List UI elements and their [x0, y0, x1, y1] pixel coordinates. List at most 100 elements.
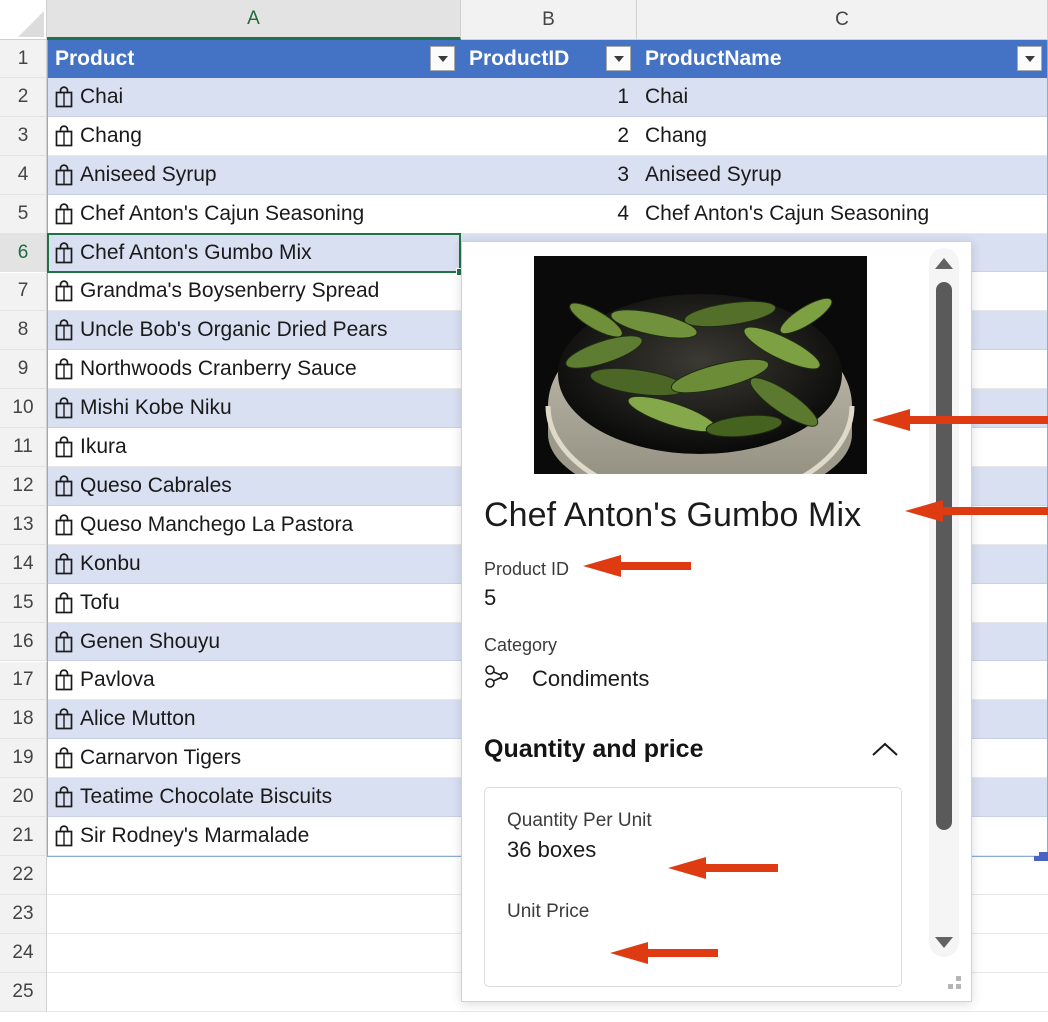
cell-text: Tofu — [80, 590, 120, 614]
cell-text: Alice Mutton — [80, 707, 196, 731]
table-row[interactable]: Teatime Chocolate Biscuits — [47, 778, 461, 818]
table-row[interactable]: 4 — [461, 194, 637, 234]
card-title: Chef Anton's Gumbo Mix — [484, 496, 862, 534]
field-label-unit-price: Unit Price — [507, 901, 590, 922]
table-row[interactable]: Uncle Bob's Organic Dried Pears — [47, 311, 461, 351]
table-header-product-name: ProductName — [637, 40, 1048, 78]
row-header-2[interactable]: 2 — [0, 78, 47, 117]
chevron-up-icon[interactable] — [868, 739, 902, 761]
cell-text: Northwoods Cranberry Sauce — [80, 357, 357, 381]
table-row[interactable]: Northwoods Cranberry Sauce — [47, 350, 461, 390]
row-header-3[interactable]: 3 — [0, 116, 47, 156]
column-header-b[interactable]: B — [461, 0, 637, 40]
select-all-triangle-icon — [18, 11, 44, 37]
table-row[interactable]: 1 — [461, 78, 637, 117]
row-header-1[interactable]: 1 — [0, 40, 47, 78]
table-row[interactable]: Ikura — [47, 428, 461, 467]
cell-text: Aniseed Syrup — [80, 162, 217, 186]
table-row[interactable]: Chang — [637, 116, 1048, 156]
row-header-16[interactable]: 16 — [0, 622, 47, 662]
table-resize-handle[interactable] — [1034, 848, 1048, 861]
table-row[interactable]: Tofu — [47, 583, 461, 623]
quantity-price-panel: Quantity Per Unit 36 boxes Unit Price — [484, 787, 902, 987]
table-row[interactable]: 2 — [461, 116, 637, 156]
row-headers: 1 2 3 4 5 6 7 8 9 10 11 12 13 14 15 16 17 18 19 20 21 22 23 24 2… — [0, 40, 47, 1022]
row-header-22[interactable]: 22 — [0, 856, 47, 895]
table-row[interactable]: Chang — [47, 116, 461, 156]
cell-text: Sir Rodney's Marmalade — [80, 824, 310, 848]
table-row[interactable]: Alice Mutton — [47, 700, 461, 740]
filter-dropdown-product-id[interactable] — [606, 46, 631, 71]
scrollbar-thumb[interactable] — [936, 282, 952, 830]
row-header-5[interactable]: 5 — [0, 194, 47, 234]
table-row[interactable]: 3 — [461, 155, 637, 195]
scroll-down-arrow-icon[interactable] — [929, 927, 959, 957]
row-header-8[interactable]: 8 — [0, 311, 47, 351]
table-row[interactable]: Aniseed Syrup — [637, 155, 1048, 195]
cell-text: Aniseed Syrup — [645, 162, 782, 186]
row-header-20[interactable]: 20 — [0, 778, 47, 818]
table-header-product: Product — [47, 40, 461, 78]
table-row[interactable]: Queso Manchego La Pastora — [47, 505, 461, 545]
row-header-23[interactable]: 23 — [0, 894, 47, 934]
resize-grip-icon[interactable] — [945, 976, 961, 992]
table-row[interactable]: Pavlova — [47, 661, 461, 701]
field-value-product-id: 5 — [484, 585, 497, 610]
row-header-18[interactable]: 18 — [0, 700, 47, 740]
row-header-24[interactable]: 24 — [0, 933, 47, 973]
table-row[interactable]: Chai — [47, 78, 461, 117]
row-header-7[interactable]: 7 — [0, 272, 47, 312]
cell-text: Chang — [80, 123, 142, 147]
row-header-14[interactable]: 14 — [0, 544, 47, 584]
row-header-21[interactable]: 21 — [0, 817, 47, 856]
card-scrollbar[interactable] — [929, 248, 959, 957]
cell-text: Uncle Bob's Organic Dried Pears — [80, 318, 388, 342]
filter-dropdown-product-name[interactable] — [1017, 46, 1042, 71]
column-header-c[interactable]: C — [637, 0, 1048, 40]
table-row[interactable]: Mishi Kobe Niku — [47, 389, 461, 429]
row-header-25[interactable]: 25 — [0, 972, 47, 1012]
field-value-category: Condiments — [532, 665, 650, 691]
select-all-corner[interactable] — [0, 0, 47, 40]
table-row[interactable]: Sir Rodney's Marmalade — [47, 817, 461, 856]
table-row[interactable]: Genen Shouyu — [47, 622, 461, 662]
column-header-a[interactable]: A — [47, 0, 461, 40]
row-header-12[interactable]: 12 — [0, 467, 47, 506]
section-title: Quantity and price — [484, 735, 704, 763]
filter-dropdown-product[interactable] — [430, 46, 455, 71]
row-header-15[interactable]: 15 — [0, 583, 47, 623]
field-label-quantity-per-unit: Quantity Per Unit — [507, 810, 652, 831]
cell-text: 3 — [617, 162, 629, 186]
cell-text: Queso Manchego La Pastora — [80, 512, 354, 536]
table-row[interactable]: Chai — [637, 78, 1048, 117]
row-header-17[interactable]: 17 — [0, 661, 47, 701]
cell-text: Chang — [645, 123, 707, 147]
table-row[interactable]: Chef Anton's Gumbo Mix — [47, 233, 461, 273]
section-header-quantity-and-price[interactable]: Quantity and price — [484, 735, 902, 764]
cell-text: Genen Shouyu — [80, 629, 221, 653]
cell-text: Queso Cabrales — [80, 473, 232, 497]
cell-text: Konbu — [80, 551, 141, 575]
table-row[interactable]: Grandma's Boysenberry Spread — [47, 272, 461, 312]
cell-text: Mishi Kobe Niku — [80, 396, 232, 420]
table-row[interactable]: Queso Cabrales — [47, 467, 461, 506]
row-header-4[interactable]: 4 — [0, 155, 47, 195]
cell-text: 1 — [617, 84, 629, 108]
row-header-9[interactable]: 9 — [0, 350, 47, 390]
field-value-quantity-per-unit: 36 boxes — [507, 837, 597, 862]
row-header-10[interactable]: 10 — [0, 389, 47, 429]
scroll-up-arrow-icon[interactable] — [929, 248, 959, 278]
row-header-13[interactable]: 13 — [0, 505, 47, 545]
data-card-popup[interactable]: Chef Anton's Gumbo Mix Product ID 5 Cate… — [461, 241, 972, 1002]
table-row[interactable]: Konbu — [47, 544, 461, 584]
table-row[interactable]: Chef Anton's Cajun Seasoning — [47, 194, 461, 234]
cell-text: Carnarvon Tigers — [80, 746, 242, 770]
row-header-6[interactable]: 6 — [0, 233, 47, 273]
table-row[interactable]: Aniseed Syrup — [47, 155, 461, 195]
chevron-down-icon — [613, 55, 624, 62]
data-card-content: Chef Anton's Gumbo Mix Product ID 5 Cate… — [462, 242, 926, 1001]
table-row[interactable]: Carnarvon Tigers — [47, 739, 461, 779]
table-row[interactable]: Chef Anton's Cajun Seasoning — [637, 194, 1048, 234]
row-header-11[interactable]: 11 — [0, 428, 47, 467]
row-header-19[interactable]: 19 — [0, 739, 47, 779]
